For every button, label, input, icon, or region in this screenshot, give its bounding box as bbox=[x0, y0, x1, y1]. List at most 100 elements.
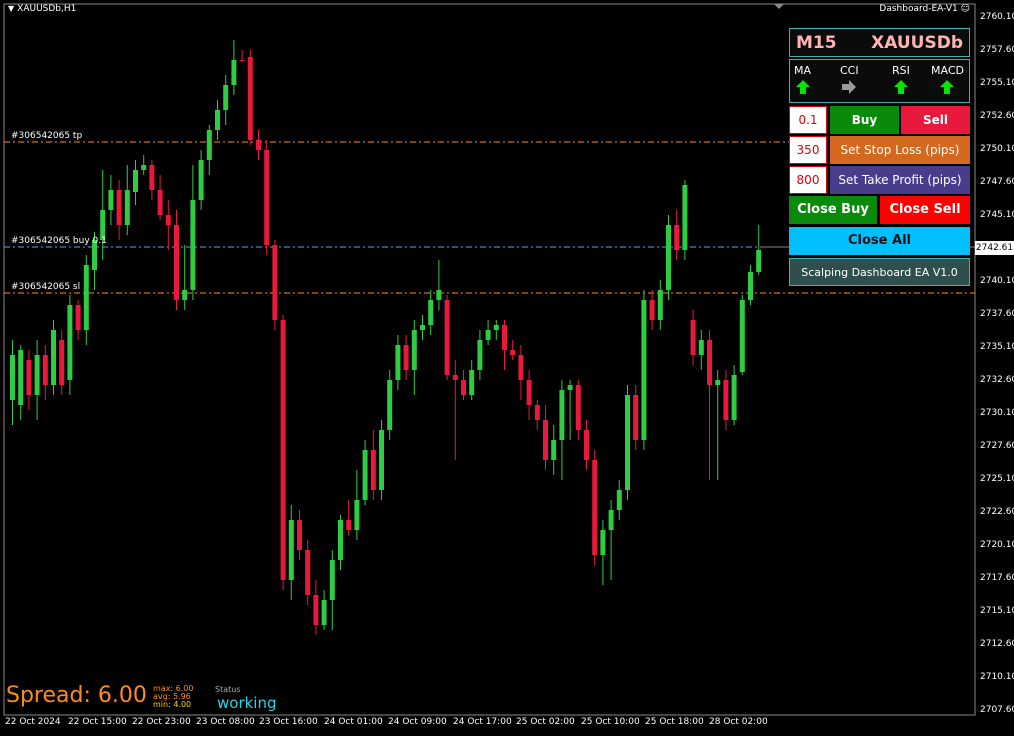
candle-body bbox=[370, 450, 376, 490]
candle-body bbox=[264, 150, 270, 245]
candle-body bbox=[584, 430, 589, 460]
time-tick-label: 25 Oct 10:00 bbox=[581, 717, 640, 727]
candle-body bbox=[502, 325, 507, 350]
indicator-ma: MA bbox=[794, 64, 811, 95]
status-value: working bbox=[217, 694, 277, 712]
tp-order-label: #306542065 tp bbox=[11, 131, 83, 141]
candle-body bbox=[305, 550, 311, 595]
price-tick-label: 2737.60 bbox=[980, 309, 1014, 319]
candle-body bbox=[313, 595, 319, 625]
price-tick-label: 2732.60 bbox=[980, 375, 1014, 385]
candle-body bbox=[338, 520, 343, 560]
candle-body bbox=[272, 245, 278, 320]
price-tick-label: 2717.60 bbox=[980, 573, 1014, 583]
price-tick-label: 2710.10 bbox=[980, 672, 1014, 682]
indicator-macd: MACD bbox=[931, 64, 964, 95]
candle-body bbox=[329, 560, 335, 600]
candle-body bbox=[34, 355, 40, 395]
close-buy-button[interactable]: Close Buy bbox=[789, 196, 877, 224]
candle-body bbox=[485, 330, 491, 340]
candle-body bbox=[108, 190, 114, 210]
candle-body bbox=[452, 375, 458, 380]
price-tick-label: 2712.60 bbox=[980, 639, 1014, 649]
candle-body bbox=[321, 600, 327, 625]
price-tick-label: 2727.60 bbox=[980, 441, 1014, 451]
candle-body bbox=[436, 290, 442, 300]
stop-loss-input[interactable]: 350 bbox=[789, 136, 827, 164]
indicator-panel: MA CCI RSI MACD bbox=[789, 59, 970, 103]
candle-body bbox=[559, 390, 565, 440]
indicator-rsi: RSI bbox=[892, 64, 910, 95]
dropdown-triangle-icon[interactable]: ▼ bbox=[8, 4, 14, 13]
lot-size-input[interactable]: 0.1 bbox=[789, 106, 827, 134]
candle-body bbox=[674, 225, 680, 250]
candle-body bbox=[633, 395, 639, 440]
candle-body bbox=[297, 520, 302, 550]
price-tick-label: 2760.10 bbox=[980, 12, 1014, 22]
set-take-profit-button[interactable]: Set Take Profit (pips) bbox=[830, 166, 970, 194]
candle-body bbox=[157, 190, 163, 215]
candle-body bbox=[190, 200, 196, 290]
candle-body bbox=[83, 265, 89, 330]
candle-body bbox=[411, 330, 417, 370]
candles bbox=[10, 40, 762, 635]
price-tick-label: 2757.60 bbox=[980, 45, 1014, 55]
candle-body bbox=[666, 225, 671, 290]
candle-body bbox=[518, 355, 524, 380]
candle-body bbox=[428, 300, 434, 325]
candle-body bbox=[403, 345, 409, 370]
candle-body bbox=[600, 530, 606, 555]
set-stop-loss-button[interactable]: Set Stop Loss (pips) bbox=[830, 136, 970, 164]
price-tick-label: 2715.10 bbox=[980, 606, 1014, 616]
timeframe-label: M15 bbox=[796, 32, 837, 53]
candle-body bbox=[51, 330, 56, 385]
sell-button[interactable]: Sell bbox=[901, 106, 970, 134]
candle-body bbox=[379, 430, 384, 490]
price-tick-label: 2735.10 bbox=[980, 342, 1014, 352]
candle-body bbox=[26, 360, 32, 395]
price-tick-label: 2740.10 bbox=[980, 276, 1014, 286]
candle-body bbox=[477, 340, 483, 370]
take-profit-input[interactable]: 800 bbox=[789, 166, 827, 194]
candle-body bbox=[575, 385, 581, 430]
time-tick-label: 22 Oct 2024 bbox=[5, 717, 61, 727]
candle-body bbox=[42, 355, 48, 385]
candle-body bbox=[215, 110, 220, 130]
candle-body bbox=[444, 300, 450, 375]
candle-body bbox=[256, 140, 261, 150]
up-arrow-icon bbox=[893, 80, 908, 94]
close-all-button[interactable]: Close All bbox=[789, 227, 970, 255]
candle-body bbox=[133, 170, 138, 192]
price-tick-label: 2720.10 bbox=[980, 540, 1014, 550]
candle-body bbox=[682, 185, 688, 250]
candle-body bbox=[420, 325, 425, 330]
candle-body bbox=[715, 380, 721, 385]
candle-body bbox=[395, 345, 401, 380]
time-tick-label: 24 Oct 17:00 bbox=[453, 717, 512, 727]
candle-body bbox=[649, 300, 655, 320]
buy-button[interactable]: Buy bbox=[830, 106, 899, 134]
symbol-timeframe-label: ▼ XAUUSDb,H1 bbox=[8, 4, 77, 14]
status-label: Status bbox=[215, 685, 241, 694]
candle-body bbox=[182, 290, 188, 300]
candle-body bbox=[616, 490, 622, 510]
price-tick-label: 2745.10 bbox=[980, 210, 1014, 220]
candle-body bbox=[223, 85, 229, 110]
candle-body bbox=[18, 350, 24, 405]
price-tick-label: 2750.10 bbox=[980, 144, 1014, 154]
candle-body bbox=[239, 60, 245, 61]
indicator-cci: CCI bbox=[840, 64, 859, 95]
time-tick-label: 25 Oct 18:00 bbox=[645, 717, 704, 727]
candle-body bbox=[592, 460, 598, 555]
time-tick-label: 23 Oct 08:00 bbox=[196, 717, 255, 727]
price-tick-label: 2752.60 bbox=[980, 111, 1014, 121]
up-arrow-icon bbox=[940, 80, 955, 94]
close-sell-button[interactable]: Close Sell bbox=[880, 196, 970, 224]
candle-body bbox=[346, 520, 352, 530]
candle-body bbox=[551, 440, 557, 460]
candle-body bbox=[174, 225, 179, 300]
candle-body bbox=[690, 320, 696, 355]
price-tick-label: 2730.10 bbox=[980, 408, 1014, 418]
up-arrow-icon bbox=[795, 80, 810, 94]
candle-body bbox=[231, 60, 237, 85]
